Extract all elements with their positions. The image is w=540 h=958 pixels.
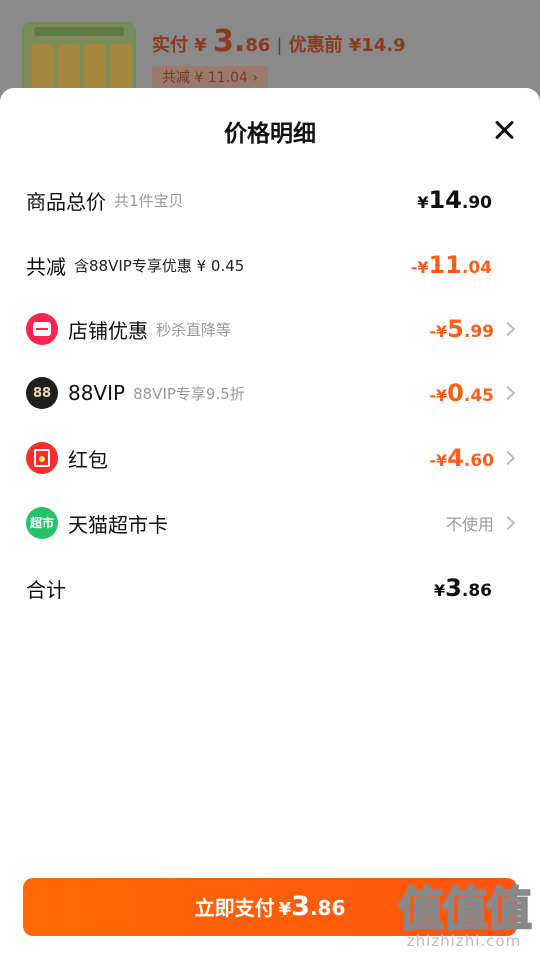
close-icon[interactable] bbox=[494, 120, 514, 140]
price-detail-sheet: 价格明细 商品总价 共1件宝贝 ¥14.90 共减 含88VIP专享优惠 ¥ 0… bbox=[0, 88, 540, 958]
shop-icon bbox=[26, 313, 58, 345]
tmall-mart-card-value: 不使用 bbox=[445, 515, 494, 534]
sum-row: 合计 ¥3.86 bbox=[0, 568, 540, 608]
shop-discount-amount: -¥ 5.99 bbox=[429, 315, 494, 343]
total-price-row: 商品总价 共1件宝贝 ¥14.90 bbox=[0, 180, 540, 220]
chevron-right-icon bbox=[500, 321, 516, 337]
chevron-right-icon bbox=[500, 515, 516, 531]
tmall-mart-card-row[interactable]: 超市 天猫超市卡 不使用 bbox=[0, 503, 540, 543]
discount-total-amount: -¥ 11.04 bbox=[410, 251, 492, 279]
red-packet-label: 红包 bbox=[68, 447, 108, 472]
tmall-mart-icon: 超市 bbox=[26, 507, 58, 539]
total-price-sub: 共1件宝贝 bbox=[114, 191, 184, 210]
vip-discount-row[interactable]: 88 88VIP 88VIP专享9.5折 -¥ 0.45 bbox=[0, 373, 540, 413]
tmall-mart-card-label: 天猫超市卡 bbox=[68, 512, 168, 537]
vip-discount-sub: 88VIP专享9.5折 bbox=[133, 384, 245, 403]
sum-label: 合计 bbox=[26, 577, 66, 602]
discount-total-row: 共减 含88VIP专享优惠 ¥ 0.45 -¥ 11.04 bbox=[0, 245, 540, 285]
red-packet-icon bbox=[26, 442, 58, 474]
sheet-title: 价格明细 bbox=[224, 121, 316, 147]
shop-discount-row[interactable]: 店铺优惠 秒杀直降等 -¥ 5.99 bbox=[0, 309, 540, 349]
chevron-right-icon bbox=[500, 450, 516, 466]
chevron-right-icon bbox=[500, 385, 516, 401]
total-price-amount: ¥14.90 bbox=[417, 186, 492, 214]
red-packet-amount: -¥ 4.60 bbox=[429, 444, 494, 472]
vip-discount-label: 88VIP bbox=[68, 381, 126, 405]
88vip-icon: 88 bbox=[26, 377, 58, 409]
discount-total-label: 共减 bbox=[26, 254, 66, 279]
discount-total-sub: 含88VIP专享优惠 ¥ 0.45 bbox=[74, 256, 245, 275]
background-product-header: 实付 ¥ 3.86 | 优惠前 ¥14.9 共减 ¥ 11.04 › bbox=[0, 0, 540, 100]
shop-discount-label: 店铺优惠 bbox=[68, 318, 148, 343]
shop-discount-sub: 秒杀直降等 bbox=[156, 320, 232, 339]
vip-discount-amount: -¥ 0.45 bbox=[429, 379, 494, 407]
background-save-badge: 共减 ¥ 11.04 › bbox=[152, 66, 268, 90]
background-pay-amount: 实付 ¥ 3.86 | 优惠前 ¥14.9 bbox=[152, 24, 406, 59]
product-thumbnail bbox=[22, 22, 136, 98]
total-price-label: 商品总价 bbox=[26, 189, 106, 214]
red-packet-row[interactable]: 红包 -¥ 4.60 bbox=[0, 438, 540, 478]
sum-amount: ¥3.86 bbox=[434, 574, 492, 602]
watermark-logo: 值值值 zhizhizhi.com bbox=[397, 882, 533, 950]
